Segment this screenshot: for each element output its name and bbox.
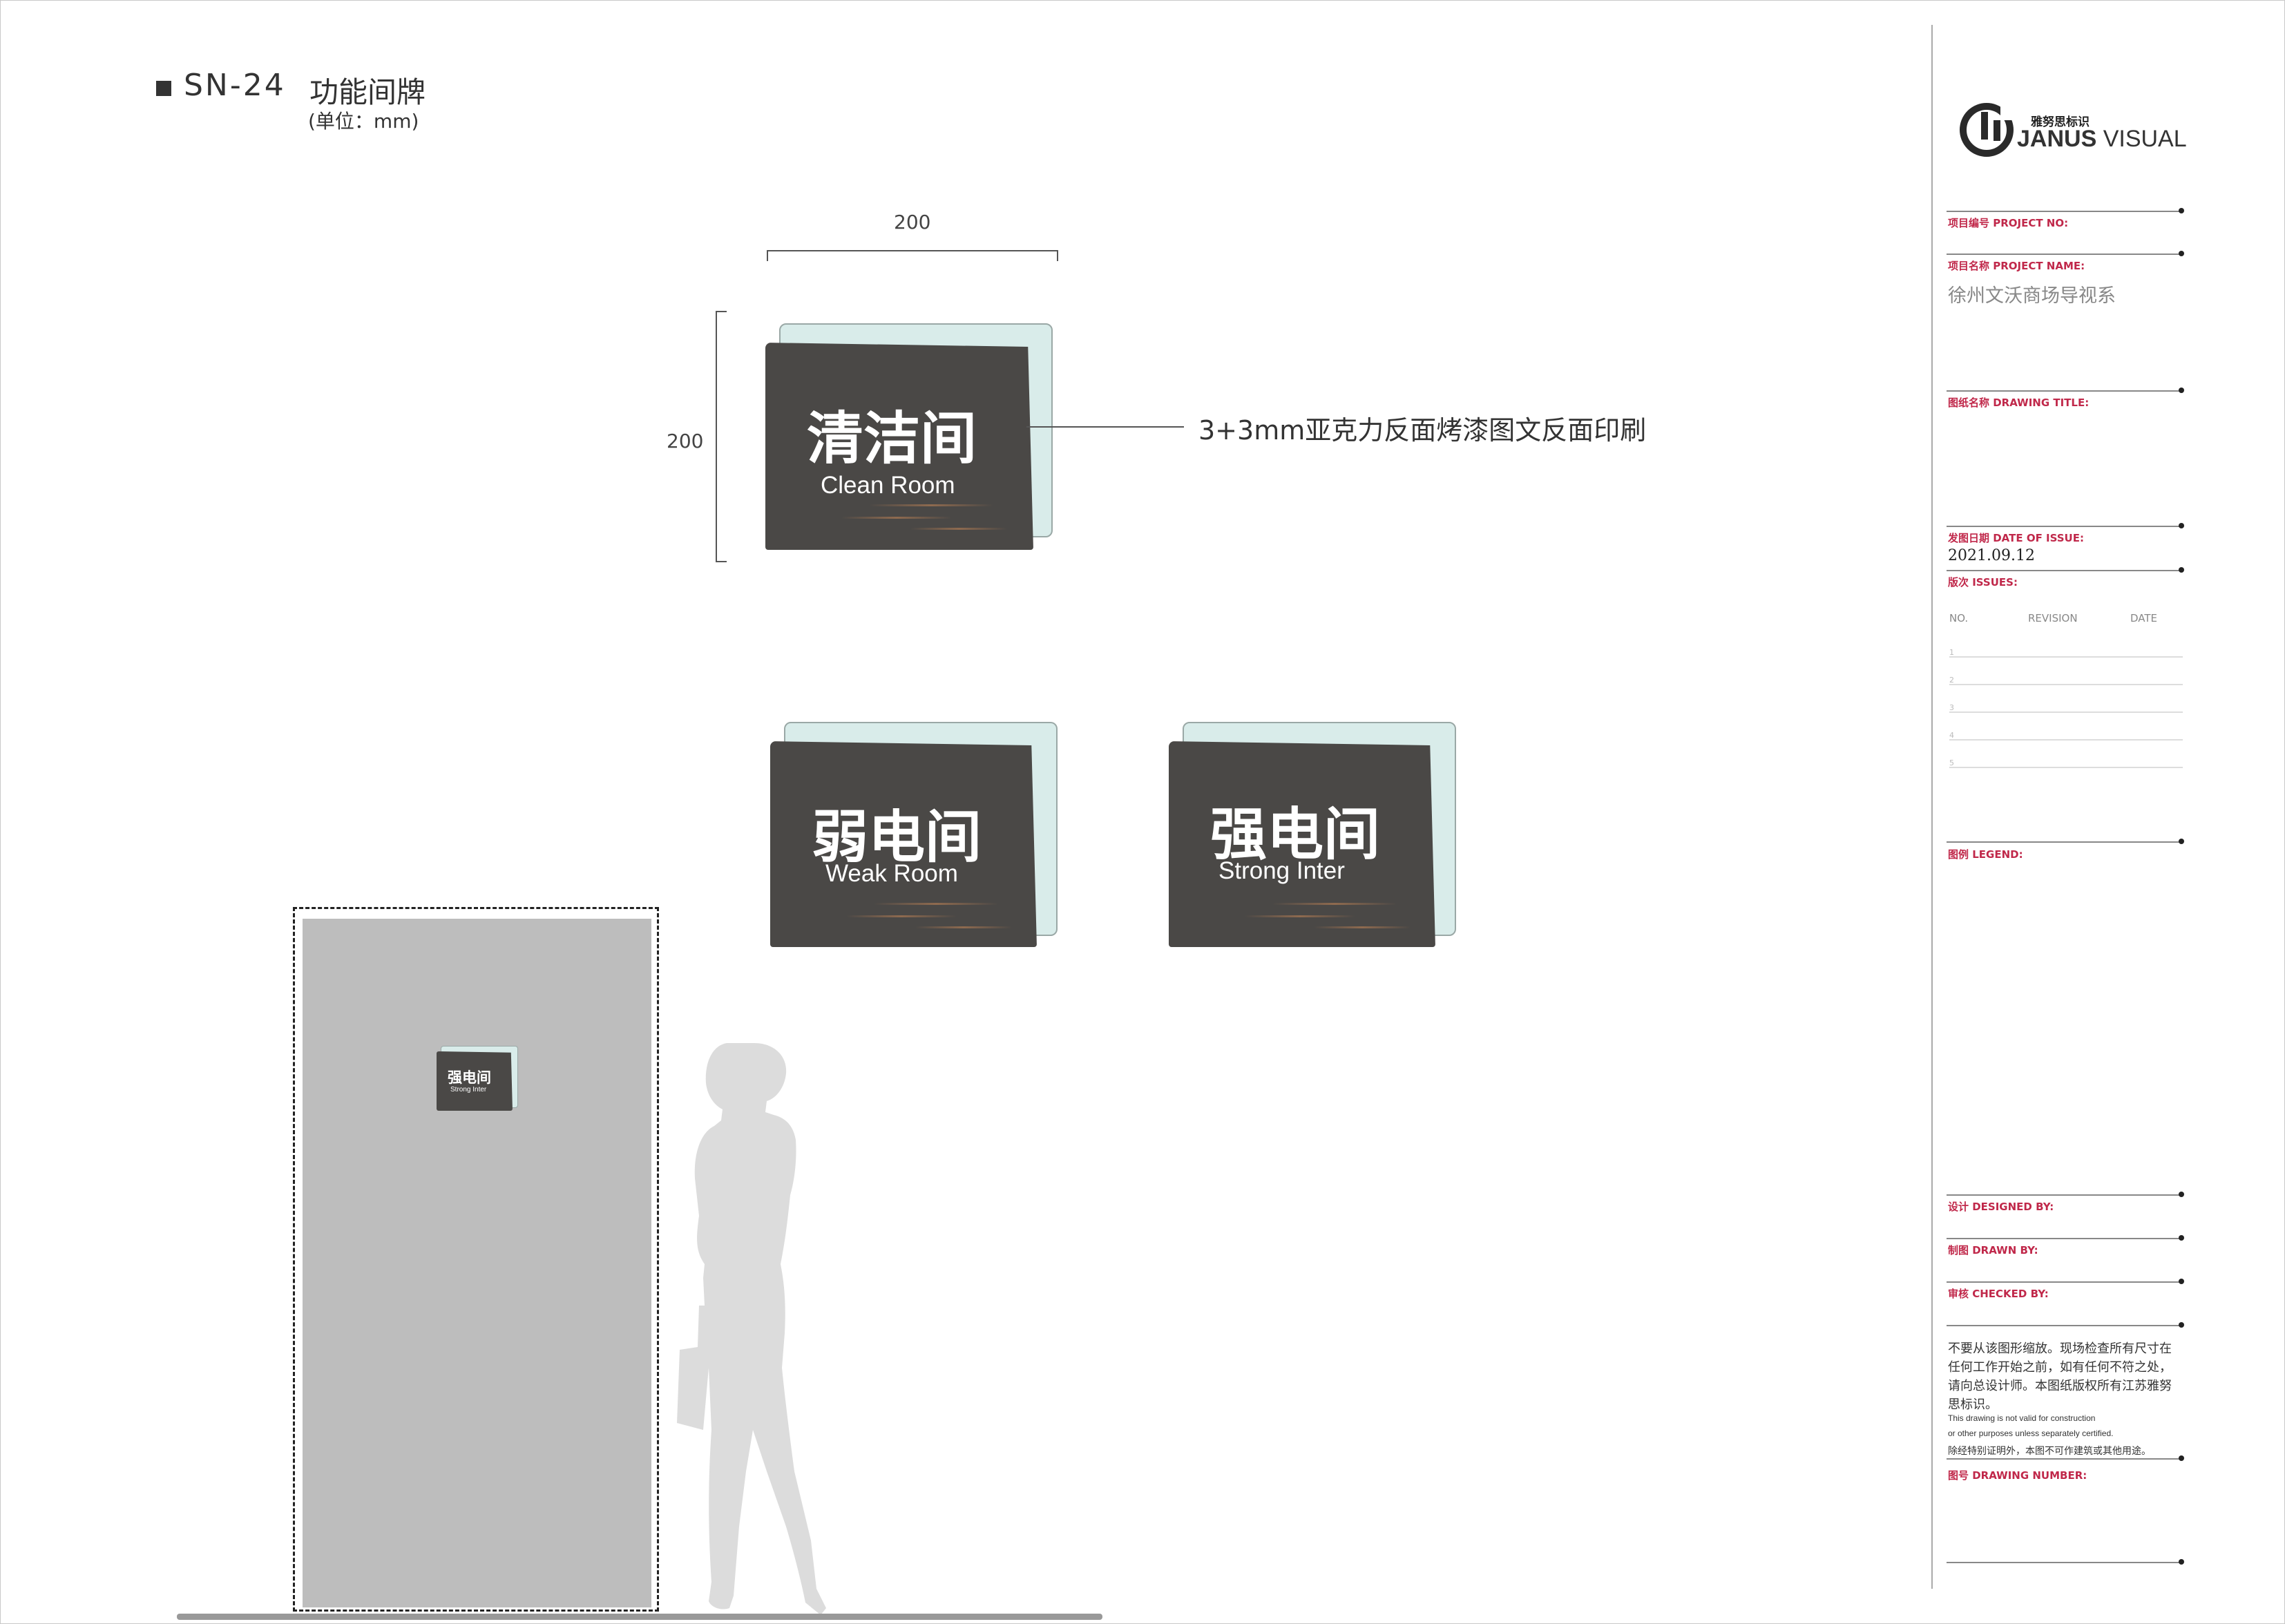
rule-endpoint bbox=[2179, 1192, 2184, 1197]
human-figure-silhouette bbox=[677, 1043, 826, 1615]
rule-endpoint bbox=[2179, 1559, 2184, 1565]
sign-decoration bbox=[846, 915, 957, 917]
sign-decoration bbox=[869, 504, 993, 506]
material-callout: 3+3mm亚克力反面烤漆图文反面印刷 bbox=[1198, 415, 1647, 446]
revision-header-revision: REVISION bbox=[2028, 612, 2078, 624]
revision-header-date: DATE bbox=[2130, 612, 2158, 624]
sign-zh-label: 清洁间 bbox=[807, 406, 977, 472]
drawing-number-label: 图号 DRAWING NUMBER: bbox=[1948, 1469, 2087, 1482]
disclaimer-en-line: This drawing is not valid for constructi… bbox=[1948, 1413, 2096, 1423]
drawing-code: SN-24 bbox=[184, 68, 286, 103]
rule-endpoint bbox=[2179, 523, 2184, 528]
height-dimension-line bbox=[716, 311, 727, 562]
disclaimer-zh-line: 请向总设计师。本图纸版权所有江苏雅努 bbox=[1948, 1379, 2172, 1393]
floor-line bbox=[177, 1614, 1102, 1620]
janus-logo-icon bbox=[1960, 99, 2016, 157]
drawing-title-label: 图纸名称 DRAWING TITLE: bbox=[1948, 397, 2090, 409]
height-dimension-label: 200 bbox=[667, 430, 704, 452]
drawn-by-label: 制图 DRAWN BY: bbox=[1948, 1244, 2038, 1257]
rule-endpoint bbox=[2179, 251, 2184, 256]
project-name-value: 徐州文沃商场导视系 bbox=[1948, 285, 2116, 307]
title-block-rule bbox=[1947, 254, 2181, 255]
sign-decoration bbox=[910, 528, 1007, 530]
sign-decoration bbox=[915, 926, 1012, 928]
checked-by-label: 审核 CHECKED BY: bbox=[1948, 1288, 2049, 1300]
legend-label: 图例 LEGEND: bbox=[1948, 848, 2023, 861]
sign-decoration bbox=[1314, 926, 1411, 928]
door-sign: 强电间 Strong Inter bbox=[437, 1046, 521, 1112]
title-block-rule bbox=[1947, 1238, 2181, 1239]
project-no-label: 项目编号 PROJECT NO: bbox=[1948, 217, 2069, 229]
title-block-rule bbox=[1947, 1281, 2181, 1283]
title-block-rule bbox=[1947, 570, 2181, 571]
revision-row-line bbox=[1949, 684, 2183, 685]
issues-label: 版次 ISSUES: bbox=[1948, 576, 2018, 589]
door-sign-zh-label: 强电间 bbox=[448, 1069, 491, 1086]
width-dimension-line bbox=[767, 250, 1058, 261]
drawing-name: 功能间牌 bbox=[309, 75, 426, 109]
sign-decoration bbox=[874, 903, 998, 905]
title-block-rule bbox=[1947, 1458, 2181, 1460]
title-block-divider bbox=[1931, 25, 1933, 1589]
rule-endpoint bbox=[2179, 388, 2184, 393]
rule-endpoint bbox=[2179, 208, 2184, 213]
disclaimer-zh-footer: 除经特别证明外，本图不可作建筑或其他用途。 bbox=[1948, 1446, 2151, 1457]
title-block-rule bbox=[1947, 211, 2181, 212]
rule-endpoint bbox=[2179, 1322, 2184, 1328]
disclaimer-zh-line: 思标识。 bbox=[1948, 1397, 1998, 1412]
title-block-rule bbox=[1947, 841, 2181, 843]
door-sign-en-label: Strong Inter bbox=[450, 1086, 487, 1093]
title-block-rule bbox=[1947, 1562, 2181, 1563]
title-block-rule bbox=[1947, 1325, 2181, 1326]
rule-endpoint bbox=[2179, 567, 2184, 573]
sign-en-label: Weak Room bbox=[825, 860, 958, 887]
sign-en-label: Clean Room bbox=[821, 472, 955, 499]
title-block-rule bbox=[1947, 1194, 2181, 1196]
title-block-rule bbox=[1947, 390, 2181, 392]
revision-row-line bbox=[1949, 711, 2183, 713]
sign-en-label: Strong Inter bbox=[1218, 857, 1345, 884]
project-name-label: 项目名称 PROJECT NAME: bbox=[1948, 260, 2085, 272]
rule-endpoint bbox=[2179, 1279, 2184, 1284]
rule-endpoint bbox=[2179, 839, 2184, 844]
sign-strong-inter: 强电间 Strong Inter bbox=[1169, 722, 1459, 951]
date-of-issue-label: 发图日期 DATE OF ISSUE: bbox=[1948, 532, 2084, 544]
brand-light-text: VISUAL bbox=[2096, 126, 2187, 152]
sign-decoration bbox=[1245, 915, 1355, 917]
disclaimer-zh-line: 任何工作开始之前，如有任何不符之处， bbox=[1948, 1360, 2172, 1375]
revision-header-no: NO. bbox=[1949, 612, 1969, 624]
brand-bold-text: JANUS bbox=[2017, 126, 2097, 152]
rule-endpoint bbox=[2179, 1455, 2184, 1461]
designed-by-label: 设计 DESIGNED BY: bbox=[1948, 1201, 2054, 1213]
door bbox=[303, 919, 651, 1607]
title-bullet bbox=[156, 81, 171, 96]
revision-row-line bbox=[1949, 767, 2183, 768]
title-block-rule bbox=[1947, 526, 2181, 527]
sign-weak-room: 弱电间 Weak Room bbox=[770, 722, 1060, 951]
revision-row-line bbox=[1949, 656, 2183, 658]
rule-endpoint bbox=[2179, 1235, 2184, 1241]
disclaimer-zh-line: 不要从该图形缩放。现场检查所有尺寸在 bbox=[1948, 1341, 2172, 1356]
date-of-issue-value: 2021.09.12 bbox=[1948, 547, 2035, 564]
sign-clean-room: 清洁间 Clean Room bbox=[765, 323, 1055, 553]
width-dimension-label: 200 bbox=[894, 211, 931, 233]
brand-wordmark: JANUS VISUAL bbox=[2017, 126, 2187, 153]
unit-note: (单位：mm) bbox=[308, 110, 419, 133]
sign-decoration bbox=[841, 517, 952, 519]
sign-decoration bbox=[1272, 903, 1397, 905]
revision-row-line bbox=[1949, 739, 2183, 741]
callout-leader-line bbox=[1026, 426, 1184, 428]
disclaimer-en-line: or other purposes unless separately cert… bbox=[1948, 1429, 2114, 1438]
